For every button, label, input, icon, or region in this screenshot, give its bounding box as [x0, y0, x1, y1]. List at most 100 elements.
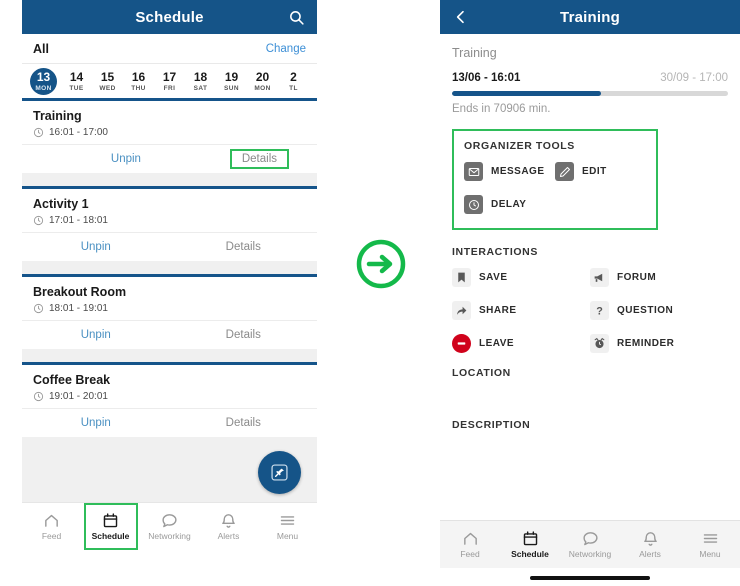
detail-page-title: Training	[560, 8, 620, 26]
organizer-tools-section: ORGANIZER TOOLS MESSAGE EDIT DELAY	[452, 129, 658, 230]
nav-item-menu[interactable]: Menu	[258, 503, 317, 550]
alarm-icon-wrapper	[590, 334, 609, 353]
nav-item-menu[interactable]: Menu	[680, 521, 740, 568]
nav-icon-box: Feed	[27, 504, 77, 549]
unpin-button[interactable]: Unpin	[22, 417, 170, 429]
date-cell-17[interactable]: 17 FRI	[154, 66, 185, 96]
nav-item-networking[interactable]: Networking	[140, 503, 199, 550]
search-button[interactable]	[279, 0, 313, 34]
nav-item-alerts[interactable]: Alerts	[620, 521, 680, 568]
date-cell-13[interactable]: 13 MON	[30, 67, 57, 95]
date-number: 18	[193, 69, 208, 84]
clock-icon-wrapper	[464, 195, 483, 214]
hamburger-icon	[703, 534, 717, 543]
minus-circle-icon-wrapper	[452, 334, 471, 353]
action-question[interactable]: ? QUESTION	[590, 301, 728, 320]
nav-item-networking[interactable]: Networking	[560, 521, 620, 568]
alarm-icon	[594, 337, 605, 349]
action-delay[interactable]: DELAY	[464, 195, 555, 214]
date-number: 17	[162, 69, 177, 84]
progress-note: Ends in 70906 min.	[452, 103, 551, 115]
nav-icon-box: Schedule	[83, 503, 138, 550]
nav-icon-box: Schedule	[505, 522, 555, 567]
event-title: Coffee Break	[33, 373, 111, 387]
nav-item-feed[interactable]: Feed	[22, 503, 81, 550]
action-forum[interactable]: FORUM	[590, 268, 728, 287]
bell-icon	[222, 514, 235, 528]
schedule-event-card[interactable]: Activity 1 17:01 - 18:01 Unpin Details	[22, 186, 317, 261]
action-label: DELAY	[491, 199, 527, 210]
nav-item-feed[interactable]: Feed	[440, 521, 500, 568]
details-button[interactable]: Details	[229, 149, 289, 169]
megaphone-icon-wrapper	[590, 268, 609, 287]
event-title: Breakout Room	[33, 285, 127, 299]
date-number: 2	[290, 69, 297, 84]
filter-row: All Change	[22, 34, 317, 64]
details-button[interactable]: Details	[170, 417, 318, 429]
details-button[interactable]: Details	[170, 329, 318, 341]
action-message[interactable]: MESSAGE	[464, 162, 555, 181]
bottom-navigation[interactable]: Feed Schedule Networking Alerts Menu	[22, 502, 317, 550]
event-actions: Unpin Details	[22, 144, 317, 173]
date-cell-14[interactable]: 14 TUE	[61, 66, 92, 96]
unpin-button[interactable]: Unpin	[22, 329, 170, 341]
event-time-row: 19:01 - 20:01	[33, 391, 306, 402]
fab-area	[22, 450, 317, 502]
transition-arrow	[355, 238, 407, 295]
location-section[interactable]: LOCATION	[440, 367, 740, 379]
action-label: LEAVE	[479, 338, 515, 349]
nav-item-schedule[interactable]: Schedule	[500, 521, 560, 568]
event-title: Activity 1	[33, 197, 89, 211]
action-reminder[interactable]: REMINDER	[590, 334, 728, 353]
description-section[interactable]: DESCRIPTION	[440, 419, 740, 431]
bookmark-icon-wrapper	[452, 268, 471, 287]
nav-item-schedule[interactable]: Schedule	[81, 503, 140, 550]
event-time: 16:01 - 17:00	[49, 127, 108, 138]
event-detail-screen: Training Training 13/06 - 16:01 30/09 - …	[440, 0, 740, 586]
action-share[interactable]: SHARE	[452, 301, 590, 320]
details-button[interactable]: Details	[170, 241, 318, 253]
bookmark-icon	[458, 272, 465, 283]
chat-icon	[162, 514, 177, 528]
bell-icon	[643, 532, 657, 546]
action-save[interactable]: SAVE	[452, 268, 590, 287]
date-weekday: MON	[35, 84, 52, 92]
schedule-appbar: Schedule	[22, 0, 317, 34]
back-button[interactable]	[444, 0, 478, 34]
event-time: 18:01 - 19:01	[49, 303, 108, 314]
unpin-button[interactable]: Unpin	[22, 153, 230, 165]
schedule-event-card[interactable]: Breakout Room 18:01 - 19:01 Unpin Details	[22, 274, 317, 349]
location-heading: LOCATION	[452, 367, 511, 379]
bottom-navigation-detail[interactable]: Feed Schedule Networking Alerts Menu	[440, 520, 740, 568]
date-cell-15[interactable]: 15 WED	[92, 66, 123, 96]
schedule-event-card[interactable]: Coffee Break 19:01 - 20:01 Unpin Details	[22, 362, 317, 437]
nav-item-alerts[interactable]: Alerts	[199, 503, 258, 550]
progress-labels: 13/06 - 16:01 30/09 - 17:00	[440, 60, 740, 84]
date-weekday: SUN	[224, 84, 239, 92]
change-filter-link[interactable]: Change	[266, 43, 306, 55]
date-cell-20[interactable]: 20 MON	[247, 66, 278, 96]
action-leave[interactable]: LEAVE	[452, 334, 590, 353]
schedule-event-card[interactable]: Training 16:01 - 17:00 Unpin Details	[22, 98, 317, 173]
action-edit[interactable]: EDIT	[555, 162, 646, 181]
event-time-row: 17:01 - 18:01	[33, 215, 306, 226]
date-cell-16[interactable]: 16 THU	[123, 66, 154, 96]
event-actions: Unpin Details	[22, 320, 317, 349]
date-strip[interactable]: 13 MON 14 TUE 15 WED 16 THU 17 FRI 18 SAT 19 SUN 20 MON…	[22, 64, 317, 98]
unpin-button[interactable]: Unpin	[22, 241, 170, 253]
date-weekday: FRI	[163, 84, 176, 92]
event-card-body: Activity 1 17:01 - 18:01	[22, 189, 317, 232]
date-cell-2[interactable]: 2 TL	[278, 66, 309, 96]
date-cell-18[interactable]: 18 SAT	[185, 66, 216, 96]
date-cell-19[interactable]: 19 SUN	[216, 66, 247, 96]
pin-fab-button[interactable]	[258, 451, 301, 494]
organizer-tools-grid: MESSAGE EDIT DELAY	[464, 162, 646, 228]
description-heading: DESCRIPTION	[452, 419, 531, 431]
card-separator	[22, 261, 317, 274]
date-weekday: THU	[131, 84, 146, 92]
nav-icon-box: Alerts	[204, 504, 254, 549]
nav-label: Feed	[460, 549, 480, 559]
event-time: 19:01 - 20:01	[49, 391, 108, 402]
envelope-icon-wrapper	[464, 162, 483, 181]
event-time: 17:01 - 18:01	[49, 215, 108, 226]
